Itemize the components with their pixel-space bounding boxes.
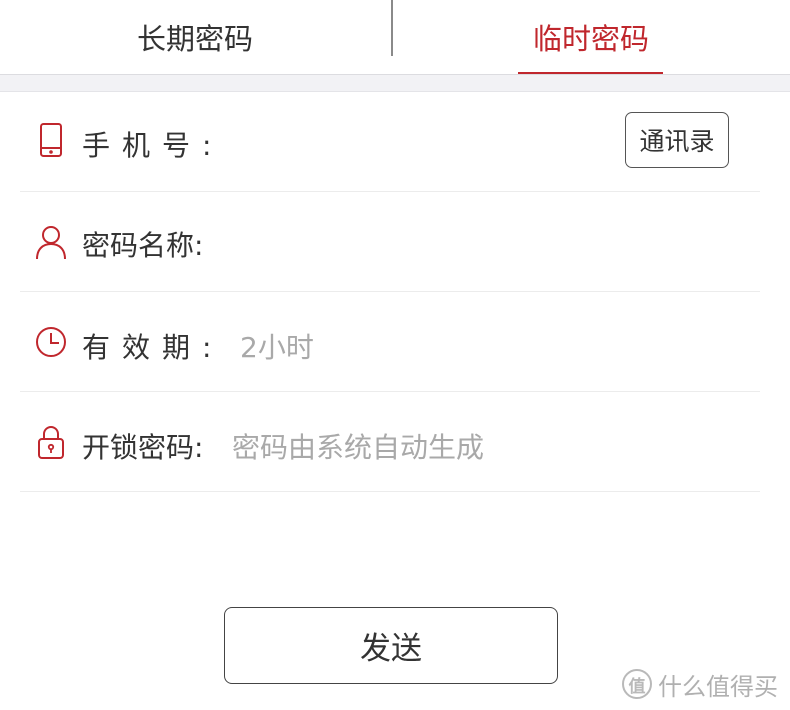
tab-long-term-password[interactable]: 长期密码 [0, 0, 390, 74]
contacts-button[interactable]: 通讯录 [625, 112, 729, 168]
password-name-row[interactable]: 密码名称: [20, 192, 760, 292]
unlock-code-placeholder: 密码由系统自动生成 [232, 431, 485, 464]
watermark-text: 什么值得买 [658, 672, 778, 701]
password-tabs: 长期密码 临时密码 [0, 0, 790, 74]
watermark: 值 什么值得买 [622, 666, 778, 702]
section-separator [0, 74, 790, 92]
password-name-label: 密码名称: [82, 229, 204, 262]
validity-value[interactable]: 2小时 [240, 326, 314, 366]
clock-icon [34, 324, 68, 360]
person-icon [34, 224, 68, 260]
unlock-code-row: 开锁密码: 密码由系统自动生成 [20, 392, 760, 492]
phone-label: 手机号: [82, 129, 224, 162]
phone-icon [34, 122, 68, 158]
watermark-logo: 值 [622, 669, 652, 699]
validity-label: 有效期: [82, 331, 224, 364]
lock-icon [34, 424, 68, 460]
send-button[interactable]: 发送 [224, 607, 558, 684]
unlock-code-label: 开锁密码: [82, 431, 204, 464]
validity-row[interactable]: 有效期: 2小时 [20, 292, 760, 392]
phone-row[interactable]: 手机号: 通讯录 [20, 92, 760, 192]
tab-temporary-password[interactable]: 临时密码 [392, 0, 790, 74]
